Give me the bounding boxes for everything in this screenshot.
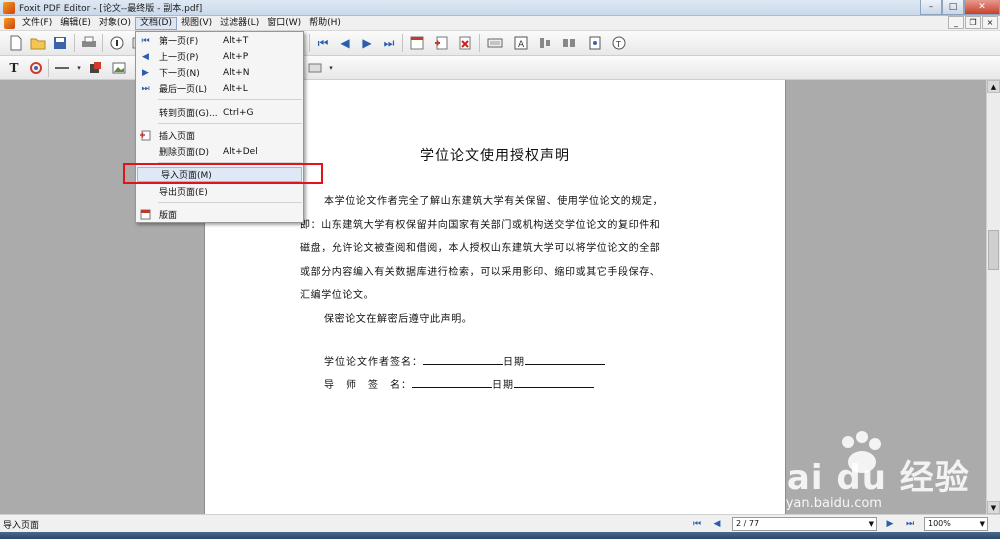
info-page-icon[interactable]	[586, 34, 604, 52]
layout-icon	[140, 209, 151, 220]
insert-page-icon[interactable]	[432, 34, 450, 52]
last-page-icon: ⏭	[141, 83, 150, 94]
paragraph-line: 或部分内容编入有关数据库进行检索，可以采用影印、缩印或其它手段保存、	[300, 266, 661, 278]
highlight-annotation-box	[123, 163, 323, 184]
zoom-box[interactable]: 100% ▼	[924, 517, 988, 531]
date-label: 日期	[492, 380, 514, 391]
menu-bar: 文件(F) 编辑(E) 对象(O) 文档(D) 视图(V) 过滤器(L) 窗口(…	[0, 16, 1000, 31]
menu-item-insert-page[interactable]: 插入页面	[136, 128, 303, 143]
fill-tool-icon[interactable]	[86, 59, 104, 77]
supervisor-signature-row: 导 师 签 名： 日期	[324, 376, 594, 391]
first-page-icon[interactable]: ⏮	[314, 34, 332, 52]
document-system-icon[interactable]	[4, 17, 15, 29]
page-indicator: 2 / 77	[736, 519, 760, 528]
date-blank	[514, 378, 594, 388]
last-page-icon[interactable]: ⏭	[380, 34, 398, 52]
menu-item-first-page[interactable]: ⏮ 第一页(F) Alt+T	[136, 33, 303, 48]
minimize-button[interactable]: –	[920, 0, 942, 15]
open-folder-icon[interactable]	[29, 34, 47, 52]
signature-blank	[423, 355, 503, 365]
menu-view[interactable]: 视图(V)	[177, 17, 216, 30]
os-taskbar	[0, 532, 1000, 539]
scroll-down-icon[interactable]: ▼	[987, 501, 1000, 514]
menu-window[interactable]: 窗口(W)	[263, 17, 305, 30]
paragraph-line: 本学位论文作者完全了解山东建筑大学有关保留、使用学位论文的规定，	[324, 196, 664, 207]
date-blank	[525, 355, 605, 365]
paragraph-line: 磁盘，允许论文被查阅和借阅，本人授权山东建筑大学可以将学位论文的全部	[300, 243, 661, 254]
document-menu-dropdown: ⏮ 第一页(F) Alt+T ◀ 上一页(P) Alt+P ▶ 下一页(N) A…	[135, 31, 304, 223]
status-last-page-icon[interactable]: ⏭	[903, 517, 917, 530]
signature-blank	[412, 378, 492, 388]
status-first-page-icon[interactable]: ⏮	[690, 517, 704, 530]
menu-filter[interactable]: 过滤器(L)	[216, 17, 263, 30]
svg-text:A: A	[518, 40, 525, 50]
menu-item-previous-page[interactable]: ◀ 上一页(P) Alt+P	[136, 49, 303, 64]
distribute-icon[interactable]	[560, 34, 578, 52]
status-next-page-icon[interactable]: ▶	[883, 517, 897, 530]
paragraph-line: 汇编学位论文。	[300, 290, 375, 301]
signature-label: 导 师 签 名：	[324, 380, 412, 391]
delete-page-icon[interactable]	[456, 34, 474, 52]
align-icon[interactable]	[536, 34, 554, 52]
menu-item-next-page[interactable]: ▶ 下一页(N) Alt+N	[136, 65, 303, 80]
close-button[interactable]: ✕	[964, 0, 1000, 15]
mdi-close-button[interactable]: ×	[982, 16, 998, 29]
signature-label: 学位论文作者签名：	[324, 357, 423, 368]
line-tool-icon[interactable]	[53, 59, 71, 77]
window-title: Foxit PDF Editor - [论文--最终版 - 副本.pdf]	[19, 4, 203, 14]
previous-page-icon[interactable]: ◀	[336, 34, 354, 52]
page-number-box[interactable]: 2 / 77 ▼	[732, 517, 877, 531]
typewriter-icon[interactable]: T	[610, 34, 628, 52]
menu-document[interactable]: 文档(D)	[135, 16, 177, 30]
properties-icon[interactable]	[108, 34, 126, 52]
new-document-icon[interactable]	[7, 34, 25, 52]
previous-page-icon: ◀	[142, 51, 149, 62]
title-bar: Foxit PDF Editor - [论文--最终版 - 副本.pdf] – …	[0, 0, 1000, 16]
menu-item-layout[interactable]: 版面	[136, 207, 303, 222]
shape-dropdown-icon[interactable]: ▾	[322, 59, 340, 77]
author-signature-row: 学位论文作者签名： 日期	[324, 353, 605, 368]
text-tool-icon[interactable]: T	[5, 59, 23, 77]
authorization-paragraph: 本学位论文作者完全了解山东建筑大学有关保留、使用学位论文的规定， 即：山东建筑大…	[300, 190, 710, 331]
print-icon[interactable]	[80, 34, 98, 52]
page-layout-icon[interactable]	[408, 34, 426, 52]
menu-item-delete-page[interactable]: 删除页面(D) Alt+Del	[136, 144, 303, 159]
image-edit-icon[interactable]	[110, 59, 128, 77]
status-bar: 导入页面 ⏮ ◀ 2 / 77 ▼ ▶ ⏭ 100% ▼	[0, 514, 1000, 532]
first-page-icon: ⏮	[141, 35, 150, 46]
mdi-minimize-button[interactable]: _	[948, 16, 964, 29]
menu-item-export-page[interactable]: 导出页面(E)	[136, 184, 303, 199]
color-picker-icon[interactable]	[27, 59, 45, 77]
maximize-button[interactable]: □	[942, 0, 964, 15]
menu-object[interactable]: 对象(O)	[95, 17, 135, 30]
date-label: 日期	[503, 357, 525, 368]
menu-file[interactable]: 文件(F)	[18, 17, 56, 30]
mdi-restore-button[interactable]: ❐	[965, 16, 981, 29]
status-previous-page-icon[interactable]: ◀	[710, 517, 724, 530]
zoom-value: 100%	[928, 519, 951, 528]
insert-page-icon	[140, 130, 151, 141]
scroll-up-icon[interactable]: ▲	[987, 80, 1000, 93]
right-gray-area	[786, 80, 986, 514]
text-box-icon[interactable]: A	[512, 34, 530, 52]
menu-help[interactable]: 帮助(H)	[305, 17, 345, 30]
window-controls: – □ ✕	[920, 0, 1000, 16]
page-dropdown-icon[interactable]: ▼	[869, 518, 874, 530]
paragraph-line: 即：山东建筑大学有权保留并向国家有关部门或机构送交学位论文的复印件和	[300, 219, 661, 231]
status-text: 导入页面	[3, 521, 40, 531]
foxit-app-icon	[3, 1, 15, 14]
menu-edit[interactable]: 编辑(E)	[56, 17, 95, 30]
paragraph-line: 保密论文在解密后遵守此声明。	[324, 313, 473, 325]
menu-item-goto-page[interactable]: 转到页面(G)... Ctrl+G	[136, 105, 303, 120]
next-page-icon: ▶	[142, 67, 149, 78]
vertical-scrollbar[interactable]: ▲ ▼	[986, 80, 1000, 514]
mdi-controls: _ ❐ ×	[948, 16, 998, 29]
keyboard-icon[interactable]	[486, 34, 504, 52]
zoom-dropdown-icon[interactable]: ▼	[980, 518, 985, 530]
scroll-thumb[interactable]	[988, 230, 999, 270]
svg-text:T: T	[615, 40, 621, 49]
next-page-icon[interactable]: ▶	[358, 34, 376, 52]
save-icon[interactable]	[51, 34, 69, 52]
menu-item-last-page[interactable]: ⏭ 最后一页(L) Alt+L	[136, 81, 303, 96]
